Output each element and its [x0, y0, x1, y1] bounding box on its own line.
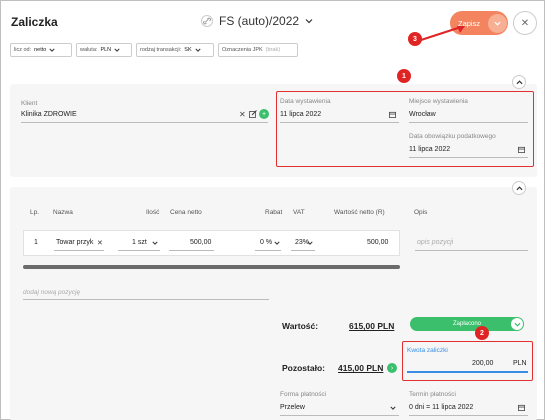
- chevron-down-icon: [195, 48, 201, 52]
- document-filters: licz od: netto waluta: PLN rodzaj transa…: [10, 43, 298, 57]
- place-field[interactable]: Wrocław: [409, 111, 436, 118]
- chevron-up-icon: [515, 185, 523, 190]
- payment-form-select[interactable]: Przelew: [280, 404, 305, 411]
- chevron-down-icon: [307, 241, 313, 245]
- page-title: Zaliczka: [11, 15, 58, 29]
- close-icon: ✕: [520, 17, 530, 29]
- check-icon: [511, 318, 523, 330]
- link-icon[interactable]: [201, 15, 213, 27]
- row-qty-field[interactable]: 1 szt: [132, 239, 147, 246]
- advance-amount-field[interactable]: 200,00: [472, 360, 493, 367]
- calendar-icon[interactable]: [518, 146, 525, 153]
- column-vat: VAT: [293, 209, 305, 216]
- filter-transaction-type[interactable]: rodzaj transakcji: SK: [136, 43, 214, 57]
- filter-count-from[interactable]: licz od: netto: [10, 43, 72, 57]
- column-description: Opis: [414, 209, 428, 216]
- chevron-up-icon: [515, 79, 523, 84]
- annotation-badge-3: 3: [408, 32, 422, 46]
- chevron-down-icon: [152, 241, 158, 245]
- invoice-window: Zaliczka FS (auto)/2022 Zapisz ✕ 3 licz …: [0, 0, 545, 420]
- annotation-badge-1: 1: [397, 69, 411, 83]
- clear-item-icon[interactable]: ✕: [97, 239, 103, 247]
- row-lp: 1: [34, 239, 38, 246]
- column-lp: Lp.: [30, 209, 40, 216]
- collapse-items-button[interactable]: [512, 181, 526, 195]
- issue-date-label: Data wystawienia: [280, 98, 331, 105]
- remaining-label: Pozostało:: [282, 363, 325, 373]
- add-item-field[interactable]: dodaj nową pozycję: [23, 289, 80, 296]
- annotation-badge-2: 2: [475, 326, 489, 340]
- column-discount: Rabat: [265, 209, 283, 216]
- edit-icon[interactable]: [249, 110, 257, 118]
- chevron-down-icon: [390, 406, 396, 410]
- payment-term-field[interactable]: 0 dni = 11 lipca 2022: [409, 404, 473, 411]
- row-price-field[interactable]: 500,00: [190, 239, 211, 246]
- chevron-down-icon: [494, 21, 501, 26]
- filter-jpk-markings[interactable]: Oznaczenia JPK (brak): [218, 43, 298, 57]
- column-net-value: Wartość netto (R): [334, 209, 385, 216]
- remaining-amount: 415,00 PLN: [338, 363, 384, 373]
- total-value-amount: 615,00 PLN: [349, 321, 395, 331]
- annotation-arrow: [420, 26, 465, 41]
- row-net-value: 500,00: [367, 239, 389, 246]
- advance-amount-label: Kwota zaliczki: [407, 347, 448, 354]
- close-button[interactable]: ✕: [513, 11, 537, 35]
- tax-date-field[interactable]: 11 lipca 2022: [409, 146, 450, 153]
- doc-number-label: FS (auto)/2022: [219, 14, 300, 28]
- chevron-down-icon: [274, 241, 280, 245]
- calendar-icon[interactable]: [389, 111, 396, 118]
- column-qty: Ilość: [146, 209, 160, 216]
- calendar-icon[interactable]: [518, 404, 525, 411]
- chevron-down-icon: [114, 48, 120, 52]
- row-description-field[interactable]: opis pozycji: [417, 239, 453, 246]
- paid-toggle[interactable]: Zapłacono: [410, 317, 524, 331]
- column-price: Cena netto: [170, 209, 202, 216]
- column-name: Nazwa: [53, 209, 73, 216]
- filter-currency[interactable]: waluta: PLN: [76, 43, 132, 57]
- items-section: [10, 187, 537, 420]
- issue-date-field[interactable]: 11 lipca 2022: [280, 111, 321, 118]
- tax-date-label: Data obowiązku podatkowego: [409, 133, 496, 140]
- document-number[interactable]: FS (auto)/2022: [201, 14, 313, 28]
- payment-form-label: Forma płatności: [280, 391, 327, 398]
- table-scrollbar[interactable]: [23, 265, 400, 269]
- place-label: Miejsce wystawienia: [409, 98, 468, 105]
- save-options-button[interactable]: [488, 13, 507, 33]
- add-client-icon[interactable]: +: [259, 109, 269, 119]
- chevron-down-icon: [49, 48, 55, 52]
- arrow-right-icon[interactable]: ›: [387, 363, 397, 373]
- advance-currency: PLN: [513, 360, 527, 367]
- collapse-section-button[interactable]: [512, 75, 526, 89]
- row-discount-field[interactable]: 0 %: [260, 239, 272, 246]
- clear-client-icon[interactable]: ✕: [239, 110, 246, 119]
- client-label: Klient: [21, 100, 38, 107]
- total-value-label: Wartość:: [282, 321, 319, 331]
- row-name-field[interactable]: Towar przyk: [56, 239, 93, 246]
- chevron-down-icon: [305, 19, 313, 24]
- payment-term-label: Termin płatności: [409, 391, 456, 398]
- client-field[interactable]: Klinika ZDROWIE: [21, 111, 77, 118]
